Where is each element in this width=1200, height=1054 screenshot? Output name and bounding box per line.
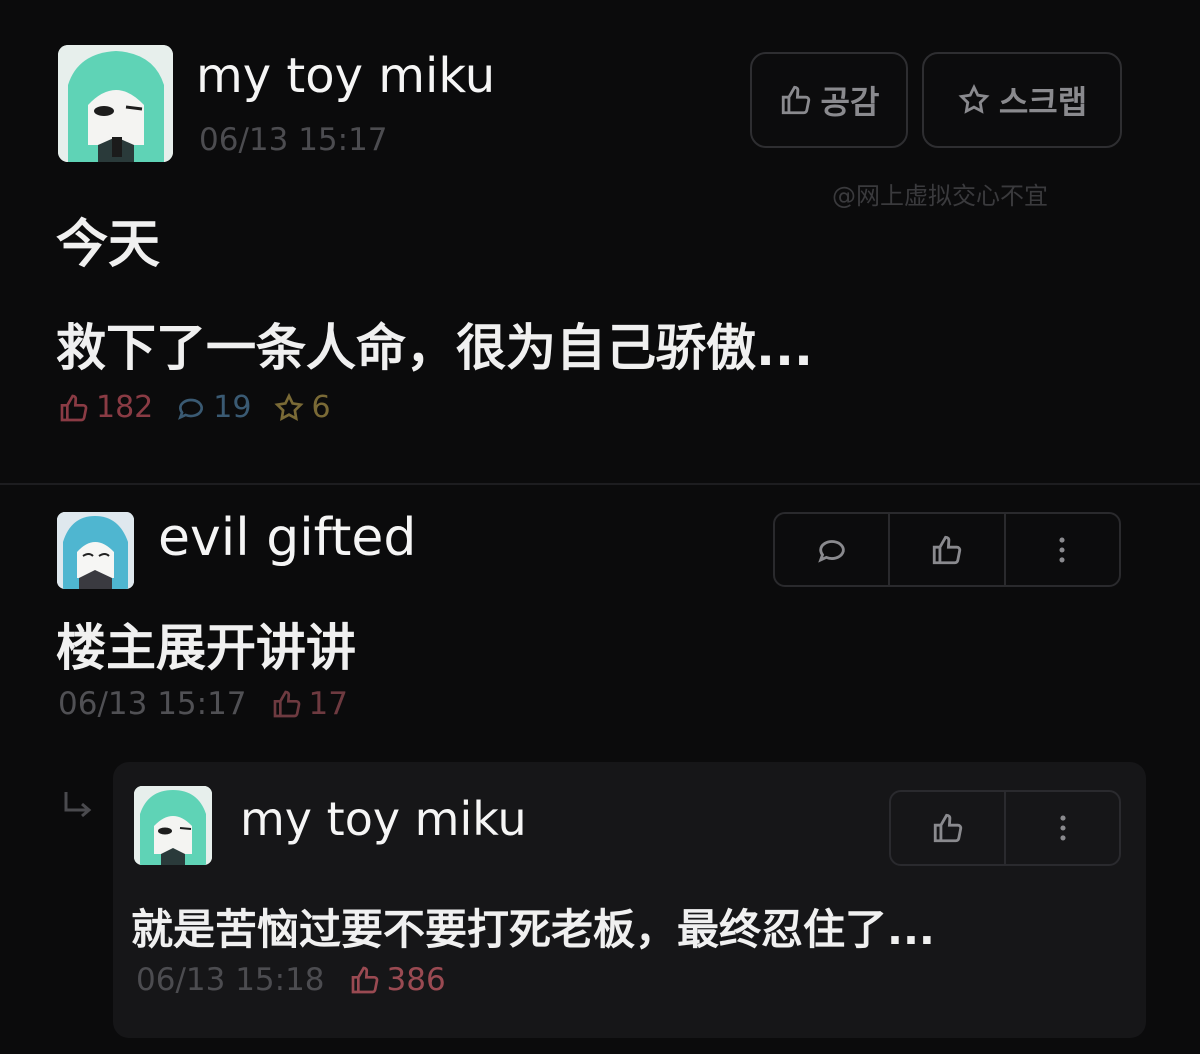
- reply-author-avatar[interactable]: [134, 786, 212, 865]
- post-title: 今天: [56, 215, 161, 275]
- comment-meta: 06/13 15:17 17: [58, 686, 348, 722]
- post-scrap-stat: 6: [273, 390, 331, 425]
- comment-like-button[interactable]: [890, 514, 1006, 585]
- post-comment-count: 19: [213, 390, 252, 425]
- post-author-name[interactable]: my toy miku: [196, 48, 495, 104]
- reply-meta: 06/13 15:18 386: [136, 962, 446, 998]
- speech-bubble-icon: [817, 539, 845, 563]
- thumbs-up-icon: [273, 690, 300, 718]
- post-like-count: 182: [96, 390, 154, 425]
- post-comment-stat: 19: [175, 390, 251, 425]
- comment-text: 楼主展开讲讲: [56, 619, 356, 677]
- thumbs-up-icon: [351, 966, 378, 994]
- reply-actions: [889, 790, 1121, 866]
- like-button[interactable]: 공감: [750, 52, 908, 148]
- reply-author-name[interactable]: my toy miku: [240, 792, 527, 846]
- comment-actions: [773, 512, 1121, 587]
- comment-author-name[interactable]: evil gifted: [158, 508, 416, 568]
- reply-more-button[interactable]: [1006, 792, 1119, 864]
- watermark: @网上虚拟交心不宜: [832, 182, 1048, 210]
- more-vertical-icon: [1059, 815, 1066, 841]
- speech-bubble-icon: [178, 398, 204, 420]
- post-timestamp: 06/13 15:17: [199, 122, 388, 158]
- reply-like-count: 386: [386, 962, 446, 998]
- post-scrap-count: 6: [311, 390, 331, 425]
- comment-timestamp: 06/13 15:17: [58, 686, 247, 722]
- reply-like-button[interactable]: [891, 792, 1006, 864]
- reply-text: 就是苦恼过要不要打死老板，最终忍住了...: [131, 905, 935, 954]
- star-icon: [274, 392, 305, 421]
- comment-reply-button[interactable]: [775, 514, 891, 585]
- thumbs-up-icon: [932, 535, 962, 564]
- reply-timestamp: 06/13 15:18: [136, 962, 325, 998]
- thumbs-up-icon: [781, 85, 810, 115]
- comment-like-count: 17: [308, 686, 348, 722]
- comment-author-avatar[interactable]: [57, 512, 134, 589]
- post-like-stat: 182: [58, 390, 153, 425]
- like-button-label: 공감: [820, 83, 880, 121]
- post-body: 救下了一条人命，很为自己骄傲...: [56, 319, 813, 377]
- post-stats: 182 19 6: [58, 390, 331, 425]
- more-vertical-icon: [1059, 537, 1065, 562]
- reply-like-stat: 386: [349, 962, 446, 998]
- comment-more-button[interactable]: [1006, 514, 1119, 585]
- section-divider: [0, 483, 1200, 485]
- scrap-button-label: 스크랩: [998, 83, 1088, 121]
- scrap-button[interactable]: 스크랩: [922, 52, 1122, 148]
- star-icon: [958, 83, 990, 114]
- comment-like-stat: 17: [271, 686, 348, 722]
- reply-arrow-icon: [64, 792, 92, 818]
- thumbs-up-icon: [933, 813, 962, 843]
- post-author-avatar[interactable]: [58, 45, 173, 162]
- thumbs-up-icon: [60, 394, 88, 421]
